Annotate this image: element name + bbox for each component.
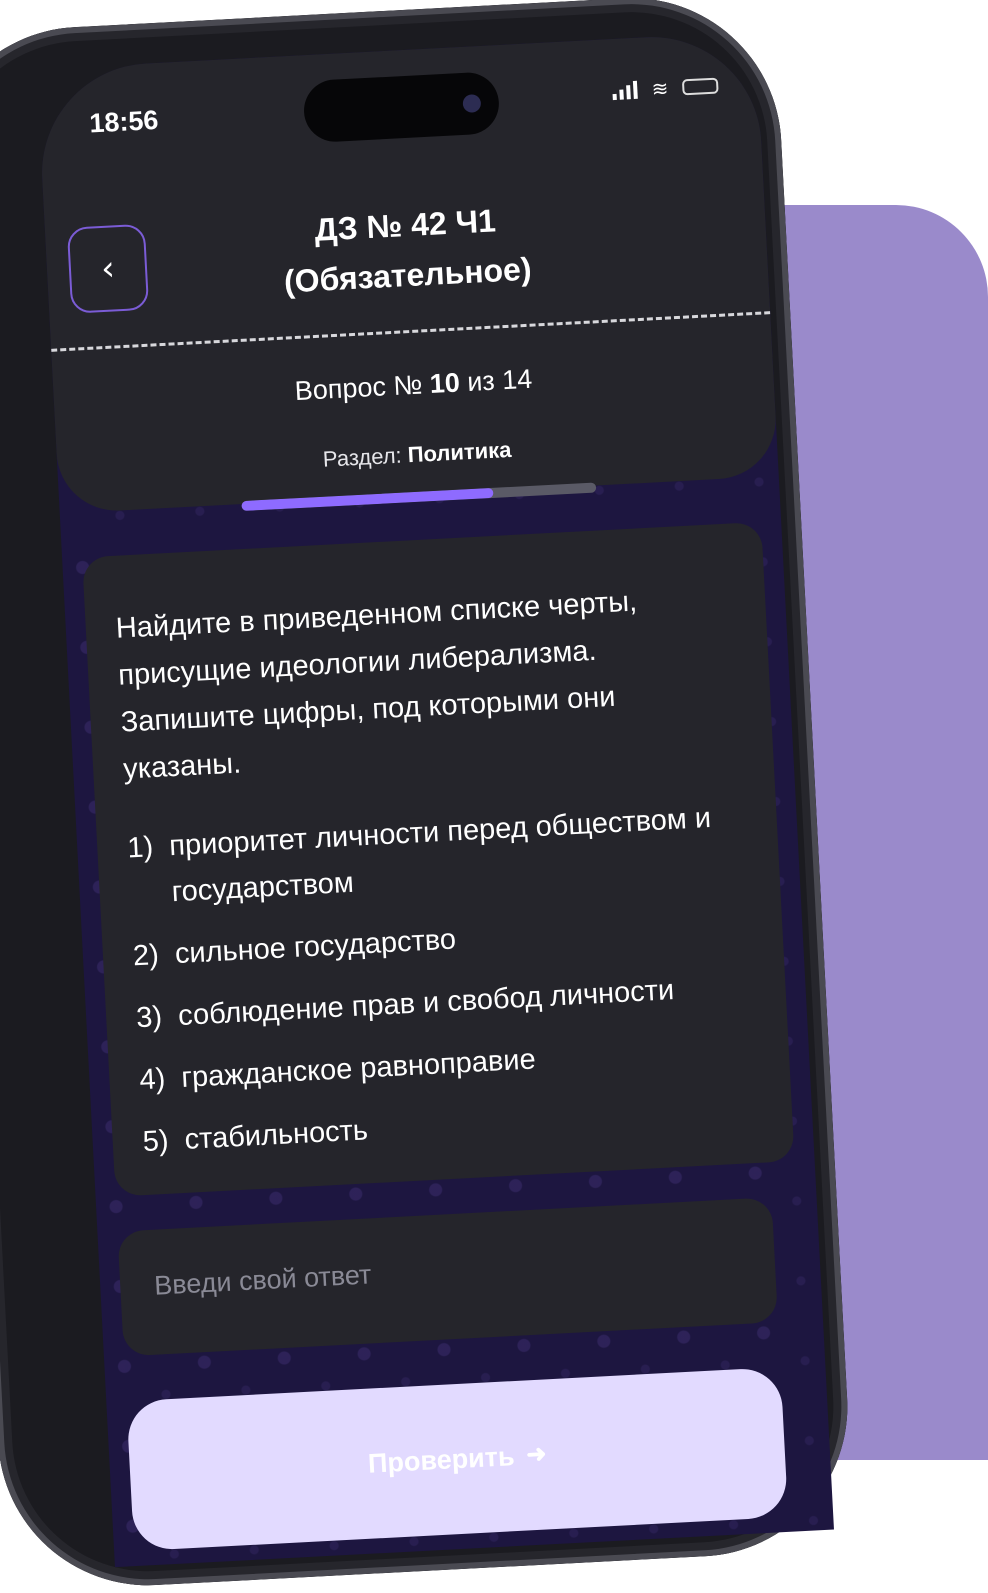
- option-number: 5): [141, 1124, 170, 1159]
- option-text: гражданское равноправие: [180, 1043, 537, 1094]
- question-prefix: Вопрос №: [294, 369, 431, 407]
- question-current: 10: [428, 367, 461, 400]
- back-button[interactable]: ‹: [66, 223, 150, 314]
- option-text: соблюдение прав и свобод личности: [177, 974, 675, 1033]
- check-button-label: Проверить: [367, 1441, 516, 1479]
- question-text: Найдите в приведенном списке черты, прис…: [115, 585, 638, 786]
- option-item: 5) стабильность: [142, 1087, 764, 1165]
- status-icons: ≋: [612, 74, 719, 104]
- section-value: Политика: [407, 436, 513, 468]
- question-card: Найдите в приведенном списке черты, прис…: [82, 521, 795, 1197]
- section-label: Раздел: Политика: [57, 423, 777, 487]
- dynamic-island: [302, 71, 501, 144]
- option-text: сильное государство: [174, 923, 457, 971]
- phone-screen: 18:56 ≋ ‹ ДЗ № 42 Ч1 (Обязательное) Вопр…: [36, 31, 834, 1568]
- option-number: 4): [138, 1062, 167, 1097]
- signal-icon: [612, 80, 639, 101]
- option-text: стабильность: [183, 1114, 369, 1156]
- page-title: ДЗ № 42 Ч1 (Обязательное): [174, 188, 639, 312]
- camera-icon: [462, 94, 482, 113]
- section-prefix: Раздел:: [322, 442, 409, 472]
- arrow-right-icon: ➜: [525, 1440, 548, 1469]
- battery-icon: [681, 77, 719, 96]
- question-suffix: из 14: [458, 363, 533, 398]
- phone-mockup: 18:56 ≋ ‹ ДЗ № 42 Ч1 (Обязательное) Вопр…: [0, 0, 988, 1593]
- wifi-icon: ≋: [650, 76, 669, 102]
- status-time: 18:56: [88, 104, 160, 139]
- option-number: 3): [135, 1000, 163, 1035]
- options-list: 1) приоритет личности перед обществом и г…: [126, 793, 764, 1181]
- answer-input[interactable]: [151, 1239, 737, 1303]
- option-number: 1): [126, 831, 154, 865]
- option-number: 2): [132, 939, 160, 973]
- dashed-divider: [51, 311, 771, 352]
- question-counter: Вопрос № 10 из 14: [53, 351, 774, 420]
- option-text: приоритет личности перед обществом и гос…: [168, 801, 712, 909]
- option-item: 1) приоритет личности перед обществом и г…: [126, 793, 750, 917]
- chevron-left-icon: ‹: [100, 248, 116, 290]
- header-panel: 18:56 ≋ ‹ ДЗ № 42 Ч1 (Обязательное) Вопр…: [36, 31, 779, 514]
